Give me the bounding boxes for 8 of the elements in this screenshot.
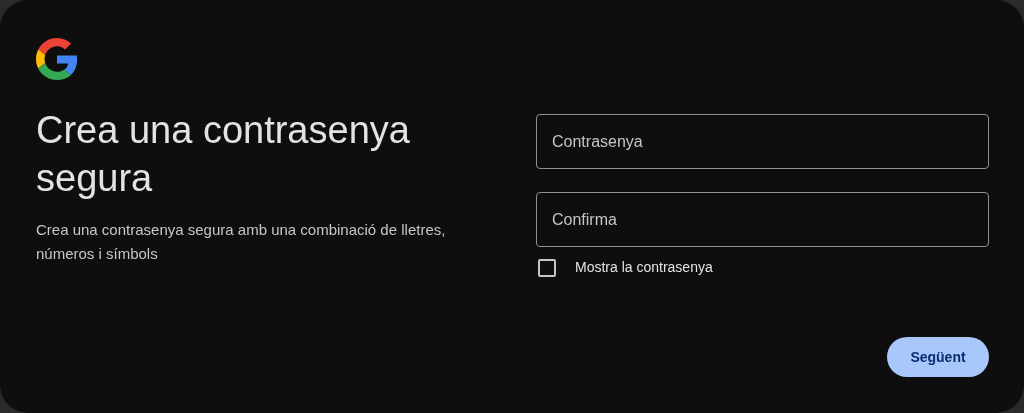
next-button[interactable]: Següent	[887, 337, 989, 377]
password-field[interactable]: Confirma	[536, 192, 989, 247]
checkbox[interactable]	[538, 258, 556, 277]
checkbox-label: Mostra la contrasenya	[575, 258, 713, 277]
page-heading: Crea una contrasenya segura	[36, 108, 411, 201]
password-field[interactable]: Contrasenya	[536, 114, 989, 169]
description-text: Crea una contrasenya segura amb una combinació de lletres, números i símbols	[36, 220, 447, 264]
logo-icon	[36, 38, 78, 80]
